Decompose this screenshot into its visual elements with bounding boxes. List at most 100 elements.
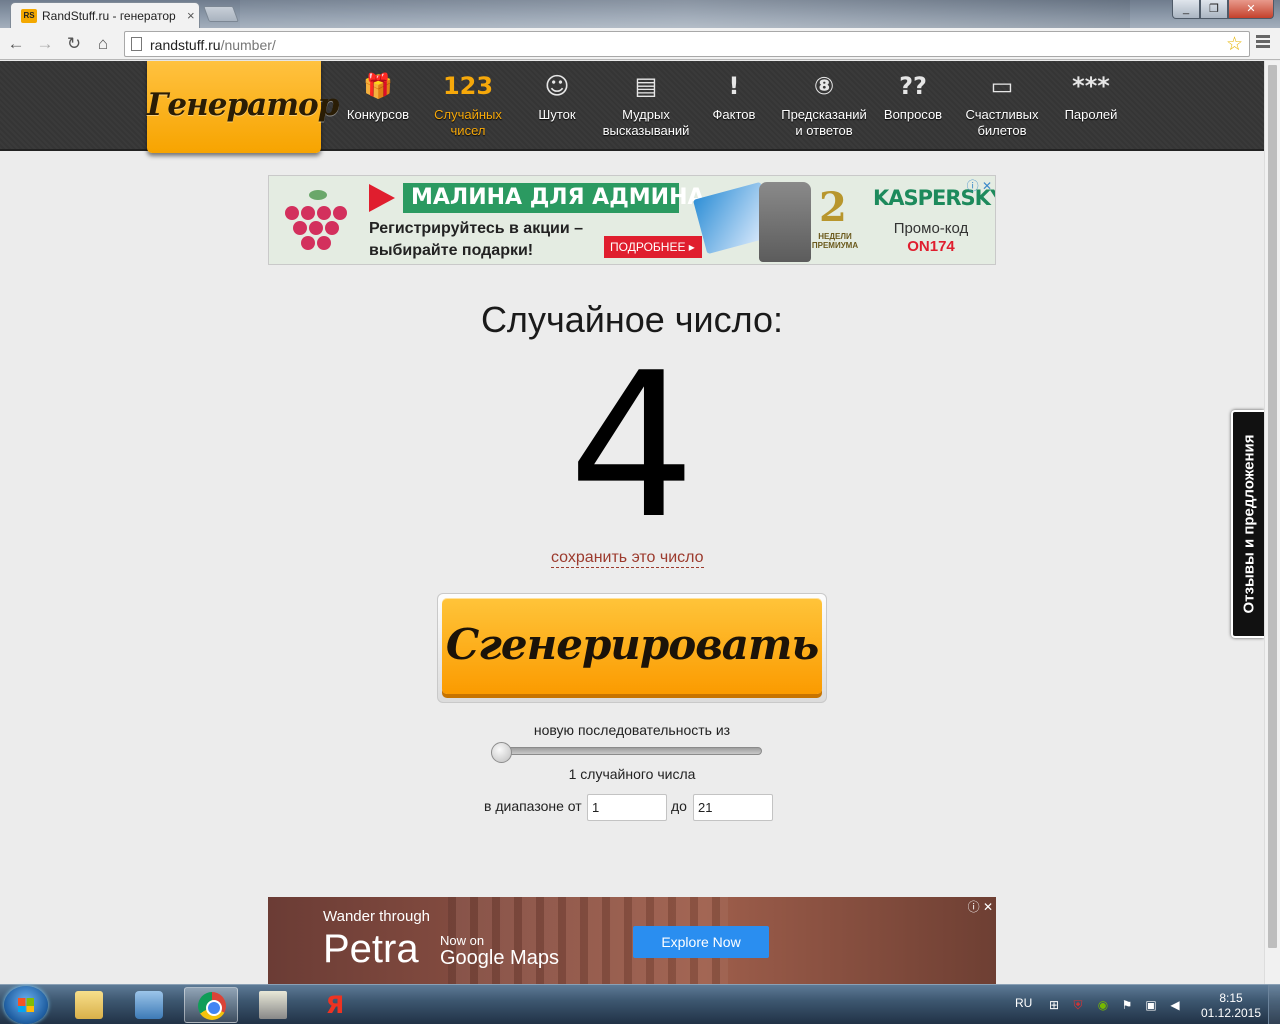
url-text[interactable]: randstuff.ru/number/ bbox=[150, 37, 276, 53]
nav-item-jokes[interactable]: ☺ Шуток bbox=[517, 61, 597, 151]
nav-label: Мудрых высказываний bbox=[602, 107, 690, 138]
warning-icon: ! bbox=[728, 72, 740, 100]
windows-taskbar: Я RU ⊞ ⛨ ◉ ⚑ ▣ ◀ 8:15 01.12.2015 bbox=[0, 984, 1280, 1024]
premium-badge: 2 НЕДЕЛИ ПРЕМИУМА bbox=[811, 184, 859, 250]
language-indicator[interactable]: RU bbox=[1015, 996, 1032, 1010]
browser-toolbar: ← → ↻ ⌂ randstuff.ru/number/ ☆ bbox=[0, 28, 1280, 60]
address-bar[interactable]: randstuff.ru/number/ ☆ bbox=[124, 31, 1250, 57]
random-number: 4 bbox=[568, 330, 696, 563]
range-from-input[interactable] bbox=[587, 794, 667, 821]
tab-close-icon[interactable]: × bbox=[187, 8, 195, 23]
reload-icon[interactable]: ↻ bbox=[62, 32, 86, 56]
antivirus-icon[interactable]: ⛨ bbox=[1071, 998, 1085, 1012]
ad-more-button[interactable]: ПОДРОБНЕЕ ▸ bbox=[604, 236, 702, 258]
site-favicon-icon: RS bbox=[21, 9, 37, 23]
nav-item-quotes[interactable]: ▤ Мудрых высказываний bbox=[600, 61, 692, 151]
page-icon bbox=[131, 37, 142, 51]
maximize-button[interactable]: ❐ bbox=[1200, 0, 1228, 19]
password-icon: *** bbox=[1072, 72, 1110, 100]
scroll-icon: ▤ bbox=[634, 72, 658, 100]
ticket-icon: ▭ bbox=[990, 72, 1014, 100]
start-button[interactable] bbox=[4, 986, 48, 1024]
nav-item-random-numbers[interactable]: 123 Случайных чисел bbox=[428, 61, 508, 151]
ad-banner-top[interactable]: МАЛИНА ДЛЯ АДМИНА Регистрируйтесь в акци… bbox=[268, 175, 996, 265]
count-slider-handle[interactable] bbox=[491, 742, 512, 763]
browser-tab[interactable]: RS RandStuff.ru - генератор × bbox=[10, 2, 200, 28]
generate-button-label: Сгенерировать bbox=[445, 620, 819, 669]
adchoices-icon[interactable]: ⓘ ✕ bbox=[968, 898, 993, 915]
action-center-flag-icon[interactable]: ⚑ bbox=[1120, 998, 1134, 1012]
count-label: 1 случайного числа bbox=[568, 766, 696, 782]
tab-title: RandStuff.ru - генератор bbox=[42, 9, 176, 23]
taskbar-explorer[interactable] bbox=[62, 987, 116, 1023]
ad-google-maps: Google Maps bbox=[440, 947, 559, 969]
question-marks-icon: ?? bbox=[899, 72, 927, 100]
chrome-menu-icon[interactable] bbox=[1256, 35, 1270, 51]
ad-banner-bottom[interactable]: Wander through Petra Now on Google Maps … bbox=[268, 897, 996, 985]
nav-item-facts[interactable]: ! Фактов bbox=[696, 61, 772, 151]
home-icon[interactable]: ⌂ bbox=[91, 32, 115, 56]
jacket-image bbox=[759, 182, 811, 262]
raspberry-icon bbox=[285, 190, 355, 260]
taskbar-chrome[interactable] bbox=[184, 987, 238, 1023]
ad-petra: Petra bbox=[323, 927, 419, 971]
explore-now-button[interactable]: Explore Now bbox=[633, 926, 769, 958]
minimize-button[interactable]: _ bbox=[1172, 0, 1200, 19]
nav-label: Паролей bbox=[1064, 107, 1118, 122]
nav-item-questions[interactable]: ?? Вопросов bbox=[876, 61, 950, 151]
bookmark-star-icon[interactable]: ☆ bbox=[1226, 33, 1243, 56]
close-window-button[interactable]: ✕ bbox=[1228, 0, 1274, 19]
nav-label: Случайных чисел bbox=[434, 107, 502, 138]
nav-item-contests[interactable]: 🎁 Конкурсов bbox=[338, 61, 418, 151]
site-header: Генератор 🎁 Конкурсов 123 Случайных чисе… bbox=[0, 61, 1264, 153]
show-desktop-button[interactable] bbox=[1268, 985, 1280, 1024]
ad-now-on: Now on bbox=[440, 933, 485, 948]
nvidia-icon[interactable]: ◉ bbox=[1096, 998, 1110, 1012]
generate-button[interactable]: Сгенерировать bbox=[437, 593, 827, 703]
promo-code: Промо-код ON174 bbox=[893, 220, 969, 255]
nav-label: Фактов bbox=[712, 107, 756, 122]
back-arrow-icon[interactable]: ← bbox=[4, 32, 28, 56]
ad-line1: Wander through bbox=[323, 908, 431, 925]
count-slider-track[interactable] bbox=[492, 747, 762, 755]
ad-headline: МАЛИНА ДЛЯ АДМИНА bbox=[403, 183, 705, 213]
window-controls: _ ❐ ✕ bbox=[1172, 0, 1274, 20]
volume-icon[interactable]: ◀ bbox=[1168, 998, 1182, 1012]
range-to-input[interactable] bbox=[693, 794, 773, 821]
sound-icon bbox=[135, 991, 163, 1019]
save-number-link[interactable]: сохранить это число bbox=[551, 549, 704, 568]
scrollbar-thumb[interactable] bbox=[1268, 65, 1277, 948]
ad-text: Регистрируйтесь в акции – выбирайте пода… bbox=[369, 220, 584, 259]
gift-icon: 🎁 bbox=[363, 72, 393, 100]
nav-label: Предсказаний и ответов bbox=[781, 107, 867, 138]
forward-arrow-icon[interactable]: → bbox=[33, 32, 57, 56]
taskbar-game[interactable] bbox=[246, 987, 300, 1023]
folder-icon bbox=[75, 991, 103, 1019]
range-from-label: в диапазоне от bbox=[484, 798, 582, 814]
nav-item-passwords[interactable]: *** Паролей bbox=[1054, 61, 1128, 151]
game-icon bbox=[259, 991, 287, 1019]
sequence-label: новую последовательность из bbox=[533, 722, 731, 738]
magic-8-ball-icon: ⑧ bbox=[813, 72, 835, 100]
page-scrollbar[interactable] bbox=[1264, 61, 1280, 984]
nav-item-lucky-tickets[interactable]: ▭ Счастливых билетов bbox=[956, 61, 1048, 151]
new-tab-button[interactable] bbox=[203, 6, 239, 22]
smiley-icon: ☺ bbox=[544, 72, 570, 100]
adchoices-icon[interactable]: ⓘ ✕ bbox=[967, 177, 992, 194]
taskbar-sound[interactable] bbox=[122, 987, 176, 1023]
numbers-icon: 123 bbox=[442, 72, 494, 100]
nav-item-predictions[interactable]: ⑧ Предсказаний и ответов bbox=[778, 61, 870, 151]
system-clock[interactable]: 8:15 01.12.2015 bbox=[1200, 991, 1262, 1021]
nav-label: Конкурсов bbox=[346, 107, 410, 122]
site-logo[interactable]: Генератор bbox=[147, 61, 339, 153]
taskbar-yandex[interactable]: Я bbox=[308, 987, 362, 1023]
yandex-icon: Я bbox=[325, 991, 345, 1019]
windows-logo-icon bbox=[18, 998, 34, 1012]
network-icon[interactable]: ▣ bbox=[1144, 998, 1158, 1012]
windows-update-icon[interactable]: ⊞ bbox=[1047, 998, 1061, 1012]
range-to-label: до bbox=[671, 798, 687, 814]
feedback-tab[interactable]: Отзывы и предложения bbox=[1231, 410, 1264, 638]
chrome-icon bbox=[198, 992, 226, 1020]
play-icon bbox=[369, 184, 395, 212]
nav-label: Вопросов bbox=[883, 107, 943, 122]
